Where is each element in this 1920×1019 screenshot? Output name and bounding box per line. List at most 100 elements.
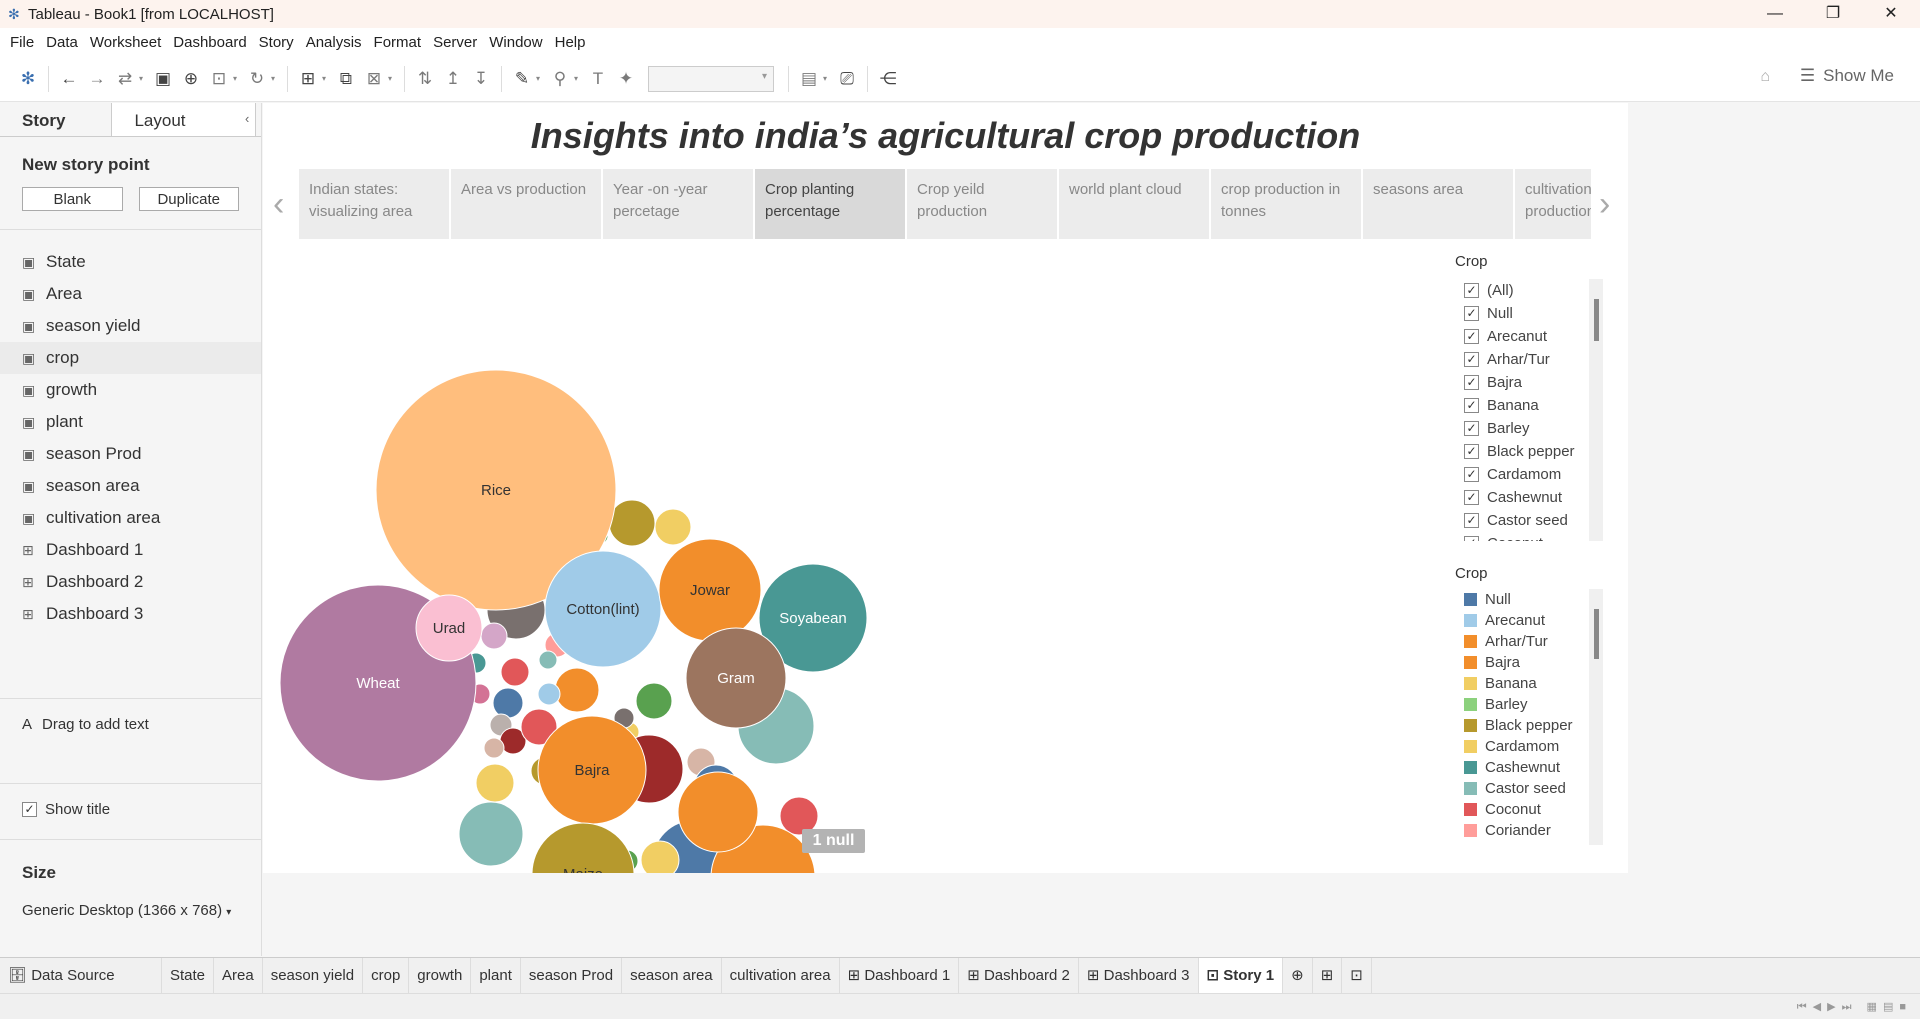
menu-format[interactable]: Format	[368, 34, 428, 51]
story-point[interactable]: Crop yeild production	[907, 169, 1057, 239]
tab-sheet-growth[interactable]: growth	[409, 957, 472, 994]
story-point[interactable]: crop production in tonnes	[1211, 169, 1361, 239]
menu-dashboard[interactable]: Dashboard	[167, 34, 252, 51]
new-story-tab-icon[interactable]: ⊡	[1342, 957, 1372, 994]
show-title-checkbox[interactable]: ✓	[22, 802, 37, 817]
filter-item[interactable]: ✓ Barley	[1458, 417, 1606, 440]
menu-server[interactable]: Server	[427, 34, 483, 51]
format-painter-icon[interactable]: ⌂	[1760, 68, 1770, 86]
bubble-chart[interactable]: Rice Wheat Cotton(lint) Jowar Soyabean Gram Ba…	[263, 243, 1628, 873]
undo-icon[interactable]: ←	[55, 69, 83, 89]
legend-item[interactable]: Null	[1458, 589, 1606, 610]
legend-item[interactable]: Coconut	[1458, 799, 1606, 820]
filter-item[interactable]: ✓ Arhar/Tur	[1458, 348, 1606, 371]
previous-story-point-icon[interactable]: ‹	[273, 185, 284, 224]
tab-sheet-crop[interactable]: crop	[363, 957, 410, 994]
refresh-icon[interactable]: ↻	[243, 69, 271, 89]
blank-button[interactable]: Blank	[22, 187, 123, 211]
filter-checkbox[interactable]: ✓	[1464, 444, 1479, 459]
tab-sheet-area[interactable]: Area	[214, 957, 263, 994]
menu-data[interactable]: Data	[40, 34, 84, 51]
legend-item[interactable]: Banana	[1458, 673, 1606, 694]
crop-bubble[interactable]	[538, 650, 558, 670]
crop-bubble[interactable]	[608, 499, 656, 547]
tab-sheet-season-yield[interactable]: season yield	[263, 957, 364, 994]
crop-bubble[interactable]	[475, 763, 515, 803]
tab-sheet-season-area[interactable]: season area	[622, 957, 722, 994]
show-title-toggle[interactable]: ✓ Show title	[22, 801, 110, 818]
menu-story[interactable]: Story	[253, 34, 300, 51]
filter-item[interactable]: ✓ (All)	[1458, 279, 1606, 302]
sheet-item[interactable]: ▣ season area	[0, 470, 261, 502]
new-dashboard-tab-icon[interactable]: ⊞	[1313, 957, 1343, 994]
menu-worksheet[interactable]: Worksheet	[84, 34, 167, 51]
filter-checkbox[interactable]: ✓	[1464, 352, 1479, 367]
menu-help[interactable]: Help	[549, 34, 592, 51]
swap-rows-icon[interactable]: ⇅	[411, 69, 439, 89]
tab-dashboard-2[interactable]: ⊞ Dashboard 2	[959, 957, 1079, 994]
new-datasource-icon[interactable]: ⊕	[177, 69, 205, 89]
duplicate-button[interactable]: Duplicate	[138, 187, 239, 211]
story-point[interactable]: Crop planting percentage	[755, 169, 905, 239]
new-worksheet-icon[interactable]: ⊞	[294, 69, 322, 89]
redo-icon[interactable]: →	[83, 69, 111, 89]
collapse-sidebar-icon[interactable]: ‹	[245, 111, 249, 126]
filter-item[interactable]: ✓ Coconut	[1458, 532, 1606, 541]
tab-sheet-plant[interactable]: plant	[471, 957, 521, 994]
filter-checkbox[interactable]: ✓	[1464, 490, 1479, 505]
crop-bubble[interactable]	[640, 840, 680, 873]
legend-item[interactable]: Arecanut	[1458, 610, 1606, 631]
legend-item[interactable]: Cotton(lint)	[1458, 841, 1606, 845]
story-point[interactable]: world plant cloud	[1059, 169, 1209, 239]
show-me-button[interactable]: ☰ Show Me	[1800, 66, 1894, 86]
highlight-icon[interactable]: ✎	[508, 69, 536, 89]
sheet-navigation-icons[interactable]: ⏮◀▶⏭ ▦▤■	[1797, 1000, 1912, 1014]
filter-checkbox[interactable]: ✓	[1464, 329, 1479, 344]
tableau-home-icon[interactable]: ✻	[14, 69, 42, 89]
tab-sheet-cultivation-area[interactable]: cultivation area	[722, 957, 840, 994]
size-select[interactable]: Generic Desktop (1366 x 768) ▾	[22, 902, 231, 919]
tab-sheet-season-prod[interactable]: season Prod	[521, 957, 623, 994]
filter-checkbox[interactable]: ✓	[1464, 421, 1479, 436]
tab-story[interactable]: Story	[0, 103, 88, 136]
labels-icon[interactable]: T	[584, 69, 612, 89]
crop-bubble[interactable]	[537, 682, 561, 706]
filter-checkbox[interactable]: ✓	[1464, 513, 1479, 528]
filter-item[interactable]: ✓ Bajra	[1458, 371, 1606, 394]
crop-bubble[interactable]	[635, 682, 673, 720]
crop-bubble[interactable]	[492, 687, 524, 719]
crop-bubble[interactable]	[500, 657, 530, 687]
pause-icon[interactable]: ⊡	[205, 69, 233, 89]
tab-sheet-state[interactable]: State	[162, 957, 215, 994]
sheet-item[interactable]: ▣ Area	[0, 278, 261, 310]
tab-story-1[interactable]: ⊡ Story 1	[1198, 957, 1284, 994]
crop-bubble[interactable]	[677, 771, 759, 853]
filter-item[interactable]: ✓ Cashewnut	[1458, 486, 1606, 509]
next-story-point-icon[interactable]: ›	[1599, 185, 1610, 224]
legend-scrollbar[interactable]	[1589, 589, 1603, 845]
new-worksheet-tab-icon[interactable]: ⊕	[1283, 957, 1313, 994]
story-point[interactable]: Year -on -year percetage	[603, 169, 753, 239]
filter-item[interactable]: ✓ Banana	[1458, 394, 1606, 417]
restore-button[interactable]: ❐	[1804, 0, 1862, 28]
crop-bubble[interactable]	[480, 622, 508, 650]
drag-text-item[interactable]: A Drag to add text	[22, 716, 149, 733]
filter-item[interactable]: ✓ Null	[1458, 302, 1606, 325]
filter-checkbox[interactable]: ✓	[1464, 306, 1479, 321]
legend-item[interactable]: Cashewnut	[1458, 757, 1606, 778]
story-point[interactable]: Indian states: visualizing area	[299, 169, 449, 239]
tab-data-source[interactable]: 🗄 Data Source	[0, 957, 162, 994]
sort-asc-icon[interactable]: ↥	[439, 69, 467, 89]
pin-icon[interactable]: ✦	[612, 69, 640, 89]
duplicate-sheet-icon[interactable]: ⧉	[332, 69, 360, 89]
legend-item[interactable]: Arhar/Tur	[1458, 631, 1606, 652]
sort-desc-icon[interactable]: ↧	[467, 69, 495, 89]
sheet-item[interactable]: ▣ growth	[0, 374, 261, 406]
menu-analysis[interactable]: Analysis	[300, 34, 368, 51]
menu-file[interactable]: File	[4, 34, 40, 51]
filter-item[interactable]: ✓ Castor seed	[1458, 509, 1606, 532]
tab-dashboard-3[interactable]: ⊞ Dashboard 3	[1079, 957, 1199, 994]
legend-item[interactable]: Black pepper	[1458, 715, 1606, 736]
fit-select[interactable]	[648, 65, 774, 92]
save-icon[interactable]: ▣	[149, 69, 177, 89]
